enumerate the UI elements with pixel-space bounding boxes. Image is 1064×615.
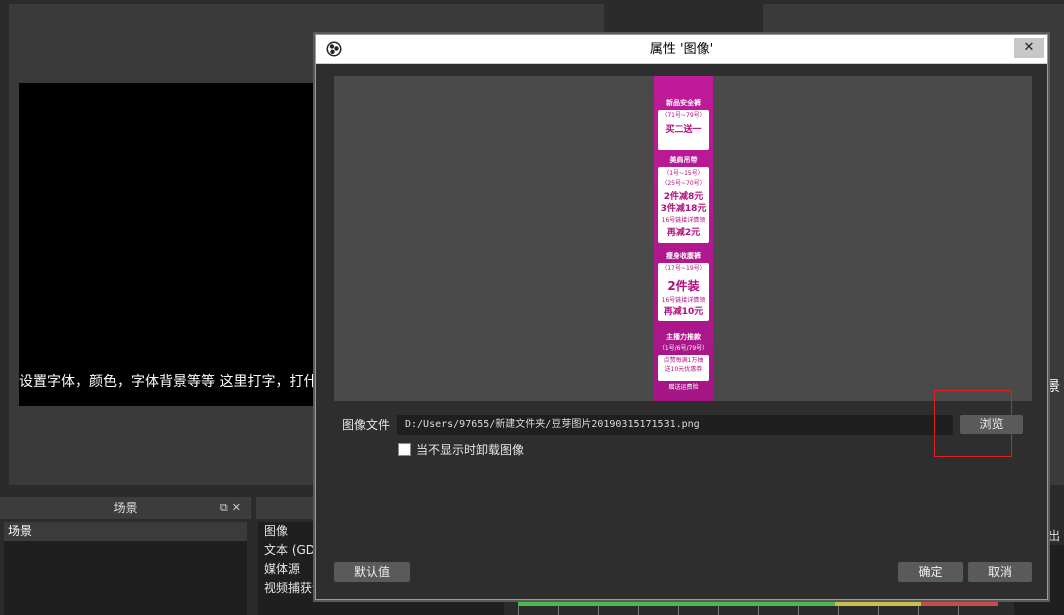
scene-canvas[interactable]: 设置字体，颜色，字体背景等等 这里打字，打什么就显示什么: [19, 83, 319, 406]
image-preview: 新品安全裤 （71号~79号） 买二送一 美肩吊带 （1号~15号） （25号~…: [334, 76, 1032, 401]
dialog-title: 属性 '图像': [649, 42, 714, 57]
scenes-dock-title-label: 场景: [113, 501, 138, 515]
promo-text: 买二送一: [665, 125, 702, 135]
promo-text: 2件装: [667, 279, 700, 293]
promo-header-2: 美肩吊带: [669, 156, 698, 164]
promo-text: （1号/6号/79号）: [658, 345, 709, 352]
promo-text: 再减10元: [663, 307, 704, 317]
image-file-path-field[interactable]: D:/Users/97655/新建文件夹/豆芽图片20190315171531.…: [397, 415, 953, 435]
unload-when-hidden-label[interactable]: 当不显示时卸载图像: [416, 441, 524, 458]
promo-text: （1号~15号）: [663, 170, 704, 177]
promo-header-3: 瘦身收腹裤: [666, 252, 701, 260]
right-dock-label: 出: [1048, 529, 1061, 543]
promo-text: （17号~19号）: [661, 265, 706, 272]
scenes-list[interactable]: 场景: [4, 522, 247, 615]
promo-text: （71号~79号）: [661, 112, 706, 119]
unload-when-hidden-row[interactable]: 当不显示时卸载图像: [398, 441, 524, 457]
promo-text: 16号链接详情领: [661, 217, 706, 224]
promo-text: 点赞每满1万抽: [663, 357, 704, 364]
scenes-dock-title: 场景 ⧉✕: [0, 497, 251, 519]
volume-meter-ticks: [518, 606, 998, 615]
preview-toolbar-gap: [604, 4, 763, 34]
promo-header-1: 新品安全裤: [666, 99, 701, 107]
dialog-body: 新品安全裤 （71号~79号） 买二送一 美肩吊带 （1号~15号） （25号~…: [316, 65, 1047, 599]
promo-text: （25号~70号）: [661, 180, 706, 187]
scenes-dock: 场景 ⧉✕ 场景: [0, 497, 251, 615]
scene-item[interactable]: 场景: [4, 522, 247, 541]
image-properties-dialog: 属性 '图像' ✕ 新品安全裤 （71号~79号） 买二送一 美肩吊带 （1号~…: [315, 34, 1048, 600]
promo-text: 再减2元: [666, 228, 701, 238]
promo-text: 3件减18元: [660, 204, 707, 214]
preview-image-promo: 新品安全裤 （71号~79号） 买二送一 美肩吊带 （1号~15号） （25号~…: [654, 76, 713, 401]
browse-button[interactable]: 浏览: [960, 415, 1023, 434]
text-source-preview: 设置字体，颜色，字体背景等等 这里打字，打什么就显示什么: [19, 374, 319, 390]
dock-float-close-icons[interactable]: ⧉✕: [220, 497, 245, 519]
promo-header-4: 主播力推款: [666, 333, 701, 341]
promo-text: 送10元优惠券: [664, 366, 703, 373]
cancel-button[interactable]: 取消: [968, 562, 1032, 582]
promo-text: 赠送运费险: [668, 384, 699, 391]
ok-button[interactable]: 确定: [898, 562, 963, 582]
defaults-button[interactable]: 默认值: [334, 562, 410, 582]
unload-when-hidden-checkbox[interactable]: [398, 442, 411, 456]
canvas-overflow-text: 景: [1046, 379, 1060, 395]
close-button[interactable]: ✕: [1014, 38, 1044, 58]
image-file-label: 图像文件: [342, 418, 391, 432]
promo-text: 16号链接详情领: [661, 297, 706, 304]
dialog-titlebar[interactable]: 属性 '图像' ✕: [316, 35, 1047, 64]
promo-text: 2件减8元: [663, 192, 704, 202]
